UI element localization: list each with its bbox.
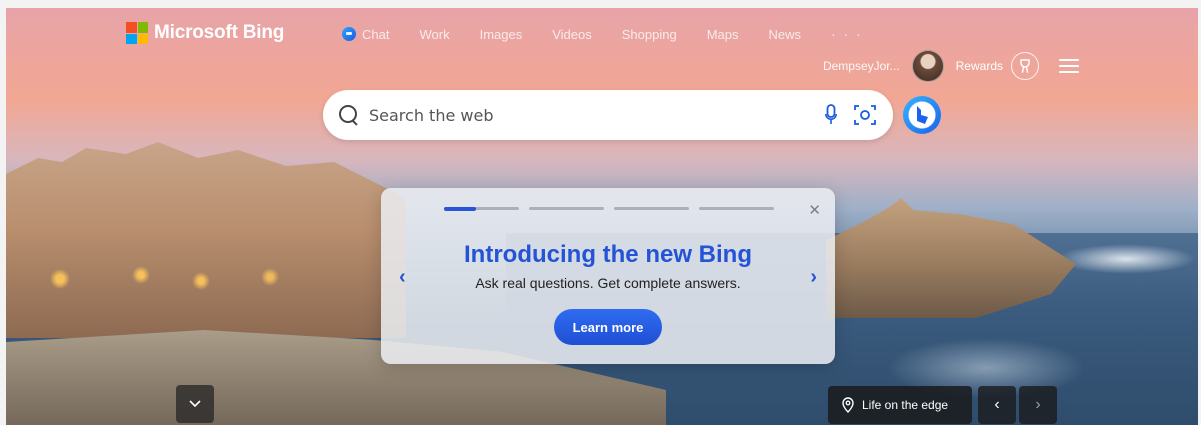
image-location-button[interactable]: Life on the edge: [828, 386, 972, 424]
nav-item-news[interactable]: News: [768, 27, 801, 42]
scroll-down-button[interactable]: [176, 385, 214, 423]
microphone-icon[interactable]: [825, 104, 837, 126]
rewards-label: Rewards: [955, 59, 1003, 73]
bing-chat-icon[interactable]: [903, 96, 941, 134]
search-input[interactable]: [369, 105, 789, 125]
progress-step[interactable]: [614, 207, 689, 210]
brand-name: Microsoft Bing: [154, 22, 285, 43]
nav-item-label: Work: [419, 26, 450, 42]
chevron-down-icon: [189, 400, 201, 408]
visual-search-icon[interactable]: [853, 103, 877, 127]
user-area: DempseyJor... Rewards: [823, 50, 1079, 82]
nav-bar: Chat Work Images Videos Shopping Maps Ne…: [342, 26, 863, 42]
previous-image-button[interactable]: ‹: [978, 386, 1016, 424]
bing-logo[interactable]: Microsoft Bing: [126, 22, 284, 44]
nav-item-label: Shopping: [621, 26, 677, 42]
search-icon: [339, 105, 359, 125]
more-nav-button[interactable]: · · ·: [831, 26, 863, 42]
username-link[interactable]: DempseyJor...: [823, 59, 900, 73]
hamburger-menu-icon[interactable]: [1059, 59, 1079, 73]
carousel-progress: [444, 206, 774, 211]
nav-item-maps[interactable]: Maps: [707, 27, 739, 42]
location-pin-icon: [842, 397, 854, 413]
chat-icon: [342, 27, 356, 41]
nav-item-label: Images: [479, 26, 523, 42]
nav-item-chat[interactable]: Chat: [342, 27, 389, 42]
nav-item-label: Chat: [362, 26, 390, 42]
search-box: [323, 90, 893, 140]
microsoft-logo-icon: [126, 22, 148, 44]
card-subtitle: Ask real questions. Get complete answers…: [475, 275, 741, 291]
progress-step[interactable]: [699, 207, 774, 210]
nav-item-videos[interactable]: Videos: [552, 27, 592, 42]
card-title: Introducing the new Bing: [464, 241, 752, 268]
town-lights: [36, 263, 336, 303]
trophy-icon: [1011, 52, 1039, 80]
wave-foam: [1056, 244, 1196, 274]
nav-item-label: News: [768, 26, 801, 42]
rewards-button[interactable]: Rewards: [956, 52, 1039, 80]
nav-item-shopping[interactable]: Shopping: [622, 27, 677, 42]
nav-item-label: Videos: [552, 26, 592, 42]
progress-step[interactable]: [529, 207, 604, 210]
intro-card: ✕ ‹ › Introducing the new Bing Ask real …: [381, 188, 835, 364]
progress-step[interactable]: [444, 206, 519, 211]
nav-item-images[interactable]: Images: [480, 27, 523, 42]
close-icon[interactable]: ✕: [808, 201, 821, 219]
learn-more-button[interactable]: Learn more: [554, 309, 662, 345]
top-navigation: Microsoft Bing Chat Work Images Videos S…: [0, 8, 1201, 48]
coastal-town: [6, 142, 406, 338]
next-image-button[interactable]: ›: [1019, 386, 1057, 424]
avatar[interactable]: [911, 50, 944, 82]
nav-item-label: Maps: [706, 26, 739, 42]
nav-item-work[interactable]: Work: [419, 27, 449, 42]
location-label: Life on the edge: [862, 398, 949, 412]
